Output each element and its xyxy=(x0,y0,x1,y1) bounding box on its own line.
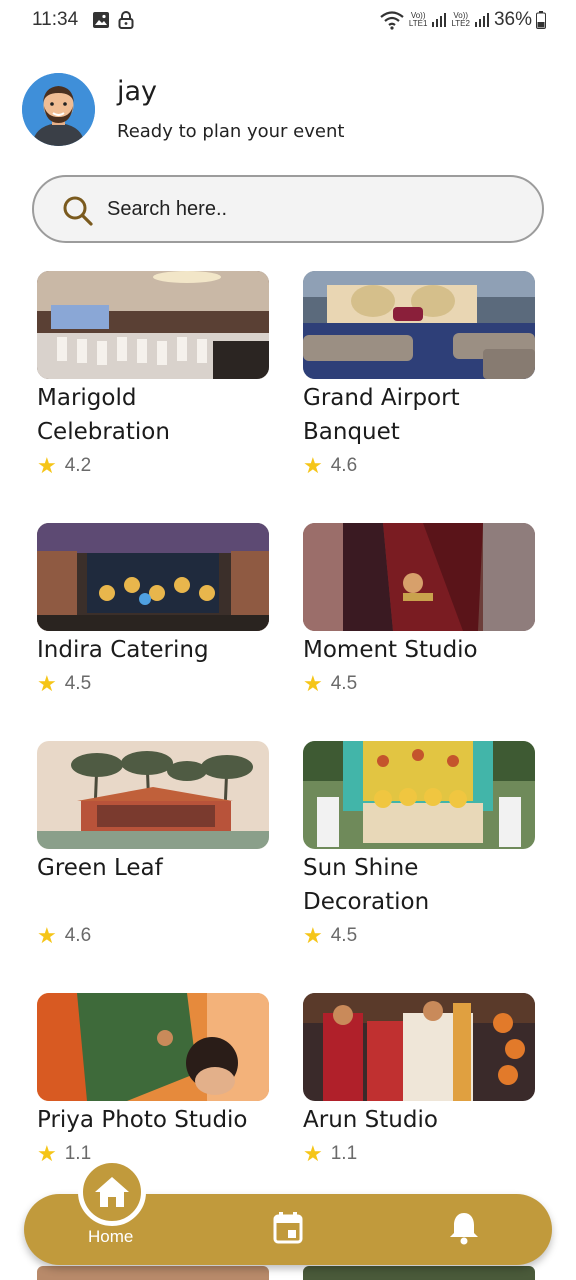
vendor-image[interactable] xyxy=(37,741,269,849)
vendor-card[interactable]: Priya Photo Studio ★ 1.1 xyxy=(37,993,269,1165)
star-icon: ★ xyxy=(37,671,57,696)
vendor-card[interactable]: Arun Studio ★ 1.1 xyxy=(303,993,535,1165)
vendor-rating: ★ 4.5 xyxy=(303,673,535,695)
avatar[interactable] xyxy=(22,73,95,146)
star-icon: ★ xyxy=(303,923,323,948)
star-icon: ★ xyxy=(37,453,57,478)
lock-icon xyxy=(118,11,134,29)
search-bar[interactable] xyxy=(32,175,544,243)
signal-icon xyxy=(474,13,489,27)
vendor-name: Arun Studio xyxy=(303,1107,438,1133)
nav-home-button[interactable] xyxy=(78,1158,146,1226)
vendor-name: Green Leaf xyxy=(37,855,163,881)
rating-value: 4.2 xyxy=(64,455,92,476)
vendor-rating: ★ 1.1 xyxy=(303,1143,535,1165)
vendor-name: Marigold Celebration xyxy=(37,385,170,445)
status-time: 11:34 xyxy=(32,9,79,30)
battery-percent: 36% xyxy=(493,9,532,30)
vendor-image[interactable] xyxy=(303,271,535,379)
nav-home-label[interactable]: Home xyxy=(88,1227,133,1247)
rating-value: 4.5 xyxy=(330,673,358,694)
greeting-subtitle: Ready to plan your event xyxy=(117,121,345,142)
star-icon: ★ xyxy=(37,1141,57,1166)
battery-icon xyxy=(536,11,546,29)
vendor-name: Priya Photo Studio xyxy=(37,1107,248,1133)
vendor-rating: ★ 4.5 xyxy=(303,925,535,947)
star-icon: ★ xyxy=(37,923,57,948)
vendor-rating: ★ 4.6 xyxy=(37,925,269,947)
vendor-rating: ★ 1.1 xyxy=(37,1143,269,1165)
rating-value: 1.1 xyxy=(64,1143,92,1164)
vendor-rating: ★ 4.6 xyxy=(303,455,535,477)
image-icon xyxy=(93,12,109,28)
vendor-image[interactable] xyxy=(303,523,535,631)
rating-value: 4.5 xyxy=(330,925,358,946)
vendor-image-peek xyxy=(303,1266,535,1280)
user-avatar-icon xyxy=(22,73,95,146)
signal-icon xyxy=(432,13,447,27)
vendor-name: Moment Studio xyxy=(303,637,478,663)
search-icon[interactable] xyxy=(62,195,94,227)
rating-value: 4.6 xyxy=(64,925,92,946)
vendor-card[interactable]: Grand Airport Banquet ★ 4.6 xyxy=(303,271,535,477)
vendor-card[interactable]: Green Leaf ★ 4.6 xyxy=(37,741,269,947)
vendor-rating: ★ 4.2 xyxy=(37,455,269,477)
home-icon xyxy=(95,1177,129,1207)
vendor-card[interactable]: Marigold Celebration ★ 4.2 xyxy=(37,271,269,477)
vendor-image[interactable] xyxy=(37,523,269,631)
rating-value: 4.6 xyxy=(330,455,358,476)
vendor-card[interactable]: Indira Catering ★ 4.5 xyxy=(37,523,269,695)
rating-value: 1.1 xyxy=(330,1143,358,1164)
vendor-image[interactable] xyxy=(37,271,269,379)
vendor-name: Sun Shine Decoration xyxy=(303,855,430,915)
vendor-name: Grand Airport Banquet xyxy=(303,385,460,445)
sim1-lte-label: LTE1 xyxy=(408,19,428,28)
star-icon: ★ xyxy=(303,453,323,478)
user-name: jay xyxy=(117,76,158,107)
status-bar: 11:34 Vo)) LTE1 Vo)) LTE2 36% xyxy=(0,0,576,44)
rating-value: 4.5 xyxy=(64,673,92,694)
bell-icon[interactable] xyxy=(449,1211,479,1245)
vendor-image[interactable] xyxy=(303,741,535,849)
sim2-lte-label: LTE2 xyxy=(451,19,470,28)
vendor-image-peek xyxy=(37,1266,269,1280)
search-input[interactable] xyxy=(107,177,507,241)
vendor-image[interactable] xyxy=(303,993,535,1101)
vendor-card[interactable]: Sun Shine Decoration ★ 4.5 xyxy=(303,741,535,947)
calendar-icon[interactable] xyxy=(273,1212,303,1244)
wifi-icon xyxy=(380,11,404,30)
vendor-rating: ★ 4.5 xyxy=(37,673,269,695)
vendor-name: Indira Catering xyxy=(37,637,209,663)
star-icon: ★ xyxy=(303,671,323,696)
vendor-card[interactable]: Moment Studio ★ 4.5 xyxy=(303,523,535,695)
vendor-image[interactable] xyxy=(37,993,269,1101)
star-icon: ★ xyxy=(303,1141,323,1166)
